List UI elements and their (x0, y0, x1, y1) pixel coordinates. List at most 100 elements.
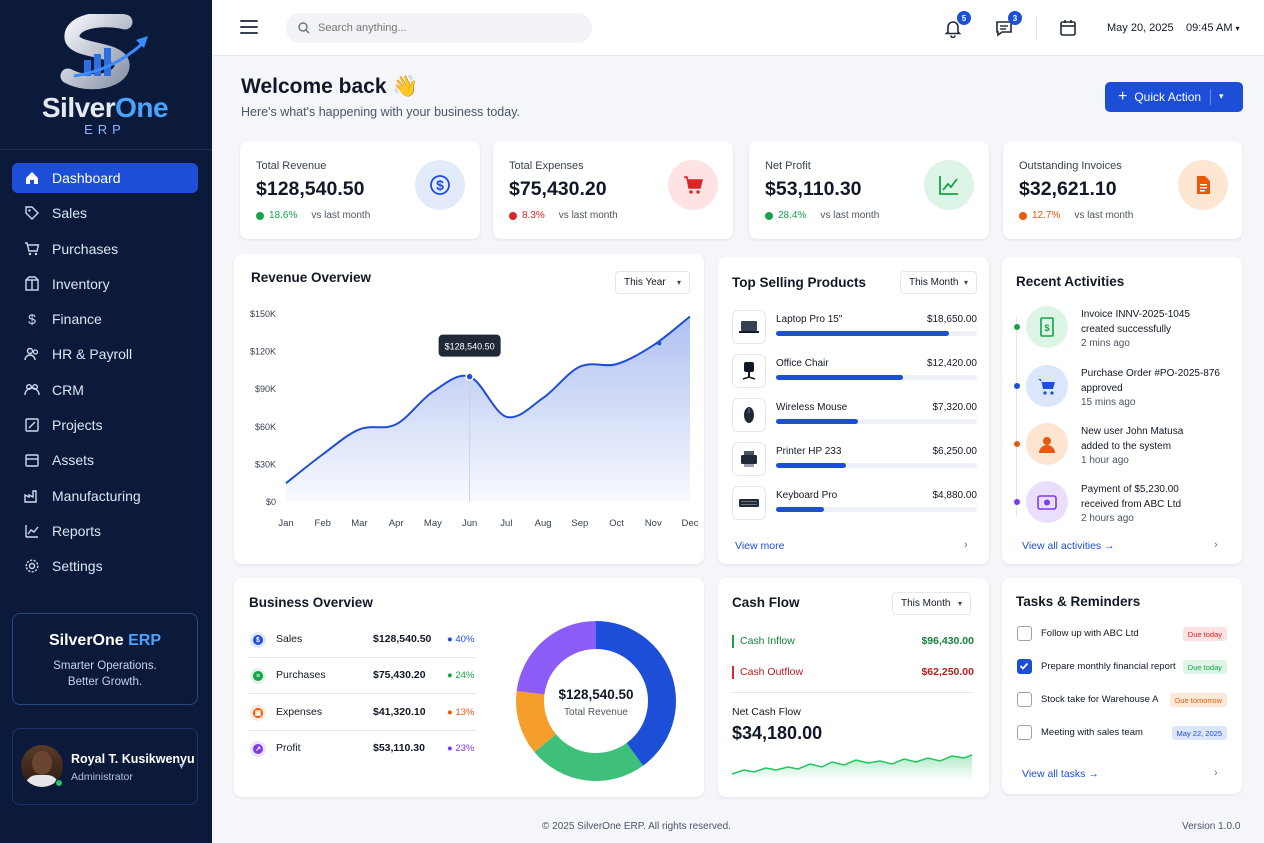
notification-count: 5 (957, 11, 971, 25)
kpi-card[interactable]: Total Expenses $75,430.20 8.3% vs last mont… (493, 141, 733, 239)
donut-slice-profit[interactable] (516, 621, 596, 695)
highlight-point[interactable] (465, 372, 474, 381)
sidebar-item-assets[interactable]: Assets (12, 445, 198, 475)
task-item[interactable]: Follow up with ABC Ltd Due today (1017, 625, 1227, 643)
logo-erp: ERP (84, 122, 126, 137)
sidebar-item-inventory[interactable]: Inventory (12, 269, 198, 299)
bell-icon[interactable]: 5 (943, 11, 971, 39)
cash-inflow-label: Cash Inflow (740, 635, 795, 647)
kpi-card[interactable]: Outstanding Invoices $32,621.10 12.7% vs la… (1003, 141, 1242, 239)
activity-text: New user John Matusa added to the system (1081, 426, 1184, 452)
timeline-dot (1014, 499, 1020, 505)
search-input[interactable] (318, 22, 558, 34)
users-icon (24, 382, 40, 398)
business-overview-card: Business Overview $ Sales $128,540.50 ● 40%… (234, 578, 704, 797)
kpi-card[interactable]: Net Profit $53,110.30 28.4% vs last month (749, 141, 989, 239)
business-row-percent: ● 24% (447, 670, 475, 681)
chevron-right-icon[interactable]: › (1214, 767, 1218, 779)
y-tick-label: $0 (266, 497, 276, 507)
chevron-right-icon[interactable]: › (1214, 539, 1218, 551)
chevron-right-icon[interactable]: › (964, 539, 968, 551)
cash-flow-sparkline (732, 754, 972, 780)
product-row[interactable]: Keyboard Pro $4,880.00 (732, 486, 977, 526)
kpi-label: Net Profit (765, 160, 811, 172)
view-all-tasks-link[interactable]: View all tasks → (1022, 768, 1099, 780)
time-selector[interactable]: 09:45 AM ▾ (1186, 22, 1240, 34)
chevron-down-icon[interactable]: ▾ (179, 761, 184, 772)
product-row[interactable]: Wireless Mouse $7,320.00 (732, 398, 977, 438)
y-tick-label: $90K (255, 384, 276, 394)
svg-text:$: $ (28, 311, 36, 327)
sidebar-item-label: Projects (52, 417, 103, 434)
kpi-label: Outstanding Invoices (1019, 160, 1122, 172)
view-all-activities-link[interactable]: View all activities → (1022, 540, 1115, 552)
sidebar-nav: Dashboard Sales Purchases Inventory $ Finance… (12, 163, 198, 587)
user-profile[interactable]: Royal T. Kusikwenyu Administrator ▾ (12, 728, 198, 805)
search-bar[interactable] (286, 13, 592, 43)
product-row[interactable]: Printer HP 233 $6,250.00 (732, 442, 977, 482)
view-more-link[interactable]: View more (735, 540, 784, 552)
sidebar-item-finance[interactable]: $ Finance (12, 304, 198, 334)
user-name: Royal T. Kusikwenyu (71, 752, 195, 766)
cart-icon (1026, 365, 1068, 407)
trend-up-icon (924, 160, 974, 210)
task-item[interactable]: Prepare monthly financial report Due toda… (1017, 658, 1227, 676)
business-row-sales[interactable]: $ Sales $128,540.50 ● 40% (249, 622, 476, 658)
business-row-purchases[interactable]: ≡ Purchases $75,430.20 ● 24% (249, 658, 476, 694)
task-checkbox[interactable] (1017, 626, 1032, 641)
task-text: Stock take for Warehouse A (1041, 694, 1159, 705)
sidebar-item-label: Sales (52, 205, 88, 222)
business-row-expenses[interactable]: ▣ Expenses $41,320.10 ● 13% (249, 695, 476, 731)
activity-time: 15 mins ago (1081, 397, 1136, 408)
net-cash-flow-label: Net Cash Flow (732, 706, 801, 718)
sidebar-item-manufacturing[interactable]: Manufacturing (12, 481, 198, 511)
task-item[interactable]: Stock take for Warehouse A Due tomorrow (1017, 691, 1227, 709)
task-checkbox[interactable] (1017, 659, 1032, 674)
donut-slice-purchases[interactable] (534, 734, 644, 781)
product-row[interactable]: Laptop Pro 15" $18,650.00 (732, 310, 977, 350)
sidebar-item-sales[interactable]: Sales (12, 198, 198, 228)
app-logo[interactable]: SilverOne ERP (30, 12, 180, 139)
kpi-card[interactable]: Total Revenue $128,540.50 18.6% vs last mon… (240, 141, 480, 239)
period-dropdown[interactable]: This Month ▾ (900, 271, 977, 294)
quick-action-button[interactable]: + Quick Action ▾ (1105, 82, 1243, 112)
tag-icon (24, 205, 40, 221)
product-row[interactable]: Office Chair $12,420.00 (732, 354, 977, 394)
sidebar-item-hr-payroll[interactable]: HR & Payroll (12, 339, 198, 369)
sidebar-item-purchases[interactable]: Purchases (12, 234, 198, 264)
sidebar-item-crm[interactable]: CRM (12, 375, 198, 405)
net-cash-flow-value: $34,180.00 (732, 723, 823, 743)
y-tick-label: $30K (255, 459, 276, 469)
sidebar-item-dashboard[interactable]: Dashboard (12, 163, 198, 193)
sidebar-item-reports[interactable]: Reports (12, 516, 198, 546)
chevron-down-icon[interactable]: ▾ (1219, 91, 1224, 102)
menu-icon[interactable] (240, 20, 258, 34)
sidebar-item-label: CRM (52, 381, 84, 398)
calendar-icon[interactable] (1058, 18, 1078, 38)
cash-inflow-row: Cash Inflow $96,430.00 (732, 634, 974, 650)
page-subtitle: Here's what's happening with your busine… (241, 105, 521, 119)
sidebar-item-projects[interactable]: Projects (12, 410, 198, 440)
business-row-profit[interactable]: ↗ Profit $53,110.30 ● 23% (249, 731, 476, 767)
kpi-value: $53,110.30 (765, 178, 862, 200)
timeline-dot (1014, 324, 1020, 330)
message-icon[interactable]: 3 (994, 11, 1022, 38)
edit-icon (24, 417, 40, 433)
period-dropdown[interactable]: This Month ▾ (892, 592, 971, 615)
kpi-label: Total Revenue (256, 160, 327, 172)
timeline-dot (1014, 441, 1020, 447)
sidebar-item-settings[interactable]: Settings (12, 551, 198, 581)
mouse-icon (732, 398, 766, 432)
cash-outflow-value: $62,250.00 (921, 666, 974, 678)
x-tick-label: Apr (389, 518, 404, 529)
business-row-label: Expenses (276, 706, 323, 718)
document-icon (1178, 160, 1228, 210)
kpi-change: 12.7% vs last month (1019, 210, 1133, 221)
task-checkbox[interactable] (1017, 725, 1032, 740)
task-item[interactable]: Meeting with sales team May 22, 2025 (1017, 724, 1227, 742)
business-row-value: $128,540.50 (373, 633, 432, 645)
product-name: Printer HP 233 (776, 446, 842, 457)
task-checkbox[interactable] (1017, 692, 1032, 707)
task-due-badge: Due today (1182, 660, 1227, 674)
data-point (657, 341, 662, 346)
